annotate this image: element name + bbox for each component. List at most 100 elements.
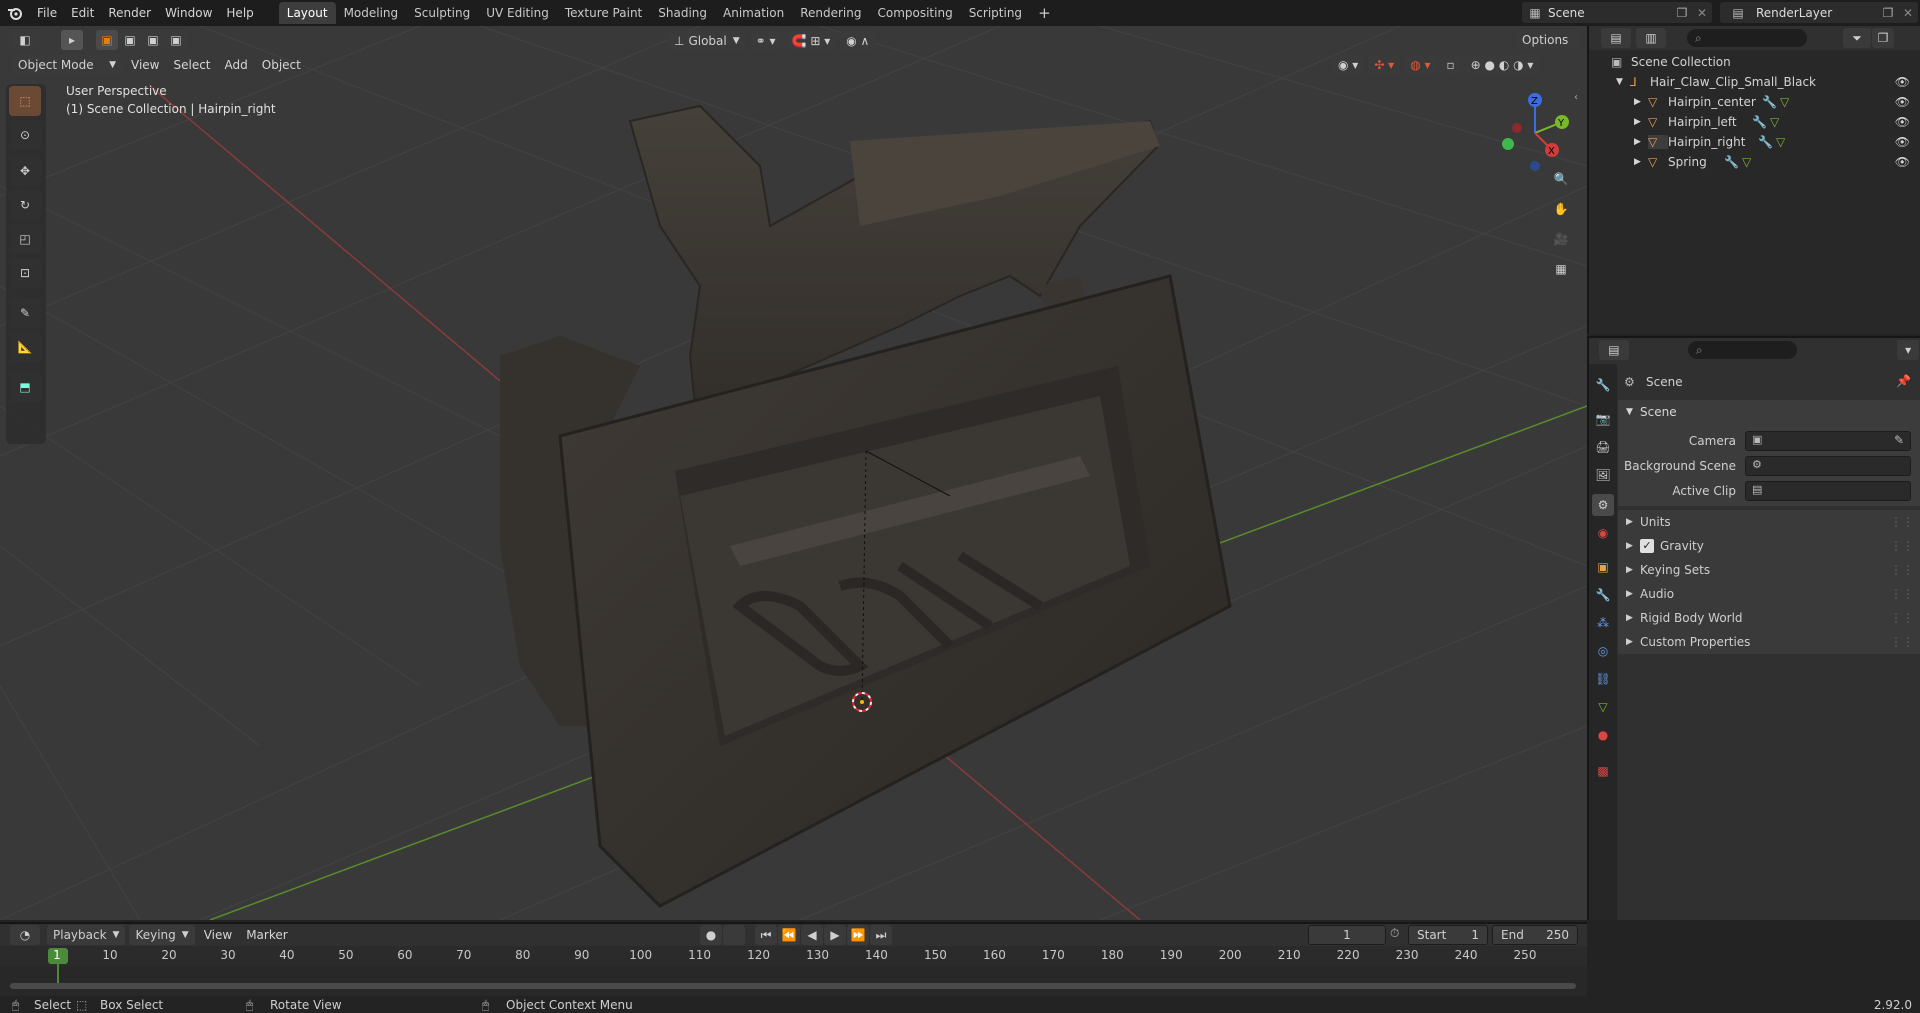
drag-handle-icon[interactable]: ⋮⋮ [1890, 515, 1914, 529]
background-scene-field[interactable]: ⚙ [1745, 456, 1911, 476]
annotate-tool-icon[interactable]: ✎ [9, 298, 41, 328]
ortho-toggle-icon[interactable]: ▦ [1548, 256, 1574, 282]
select-mode-new-icon[interactable]: ▣ [96, 30, 118, 50]
orientation-dropdown[interactable]: ⊥ Global ▼ [668, 31, 746, 51]
zoom-view-icon[interactable]: 🔍 [1548, 166, 1574, 192]
visibility-eye-icon[interactable]: 👁 [1895, 155, 1910, 169]
outliner-row-object[interactable]: ▶ ▽ Hairpin_center 🔧 ▽ 👁 [1588, 92, 1920, 112]
expand-arrow-icon[interactable]: ▶ [1634, 117, 1648, 127]
navigation-gizmo[interactable]: Z Y X [1490, 88, 1580, 178]
drag-handle-icon[interactable]: ⋮⋮ [1890, 539, 1914, 553]
eyedropper-icon[interactable]: ✎ [1894, 433, 1904, 447]
cursor-tool-icon[interactable]: ⊙ [9, 120, 41, 150]
modifier-wrench-icon[interactable]: 🔧 [1758, 135, 1776, 149]
active-clip-field[interactable]: ▤ [1745, 481, 1911, 501]
select-mode-extend-icon[interactable]: ▣ [119, 30, 141, 50]
rotate-tool-icon[interactable]: ↻ [9, 190, 41, 220]
outliner-row-object[interactable]: ▶ ▽ Hairpin_left 🔧 ▽ 👁 [1588, 112, 1920, 132]
constraints-tab-icon[interactable]: ⛓ [1592, 668, 1614, 690]
keying-sets-panel[interactable]: ▶ Keying Sets ⋮⋮ [1618, 558, 1920, 582]
drag-handle-icon[interactable]: ⋮⋮ [1890, 587, 1914, 601]
proportional-edit-toggle[interactable]: ◉ ∧ [840, 31, 876, 51]
gizmo-toggle[interactable]: ✣ ▾ [1368, 55, 1401, 75]
mesh-data-icon[interactable]: ▽ [1780, 95, 1789, 109]
outliner-row-collection[interactable]: ▼ ⅃ Hair_Claw_Clip_Small_Black 👁 [1588, 72, 1920, 92]
move-tool-icon[interactable]: ✥ [9, 156, 41, 186]
menu-window[interactable]: Window [158, 2, 219, 24]
mode-dropdown[interactable]: Object Mode ▼ [12, 55, 122, 75]
data-tab-icon[interactable]: ▽ [1592, 696, 1614, 718]
viewport-menu-view[interactable]: View [124, 54, 166, 76]
timeline-editor-type-button[interactable]: ◔ [10, 925, 40, 945]
menu-edit[interactable]: Edit [64, 2, 101, 24]
transform-tool-icon[interactable]: ⊡ [9, 258, 41, 288]
modifier-wrench-icon[interactable]: 🔧 [1752, 115, 1770, 129]
mesh-data-icon[interactable]: ▽ [1776, 135, 1785, 149]
snap-toggle[interactable]: 🧲 ⊞ ▾ [785, 31, 837, 51]
shading-solid-modes[interactable]: ⊕ ● ◐ ◑ ▾ [1464, 55, 1540, 75]
blender-logo-icon[interactable] [0, 6, 30, 20]
camera-field[interactable]: ▣ ✎ [1745, 431, 1911, 451]
play-reverse-icon[interactable]: ◀ [801, 925, 823, 945]
outliner-row-object[interactable]: ▶ ▽ Spring 🔧 ▽ 👁 [1588, 152, 1920, 172]
timeline-menu-marker[interactable]: Marker [239, 924, 294, 946]
pin-icon[interactable]: 📌 [1896, 374, 1911, 388]
select-mode-intersect-icon[interactable]: ▣ [165, 30, 187, 50]
select-box-tool-icon[interactable]: ⬚ [9, 86, 41, 116]
tab-modeling[interactable]: Modeling [336, 2, 407, 24]
material-tab-icon[interactable]: ● [1592, 724, 1614, 746]
display-mode-button[interactable]: ▥ [1636, 28, 1666, 48]
tab-compositing[interactable]: Compositing [869, 2, 960, 24]
custom-properties-panel[interactable]: ▶ Custom Properties ⋮⋮ [1618, 630, 1920, 654]
scene-selector[interactable]: ▦ Scene ❐ ✕ [1522, 2, 1712, 23]
new-collection-icon[interactable]: ❐ [1872, 28, 1894, 48]
world-tab-icon[interactable]: ◉ [1592, 522, 1614, 544]
camera-view-icon[interactable]: 🎥 [1548, 226, 1574, 252]
gravity-panel[interactable]: ▶ ✓ Gravity ⋮⋮ [1618, 534, 1920, 558]
pan-view-icon[interactable]: ✋ [1548, 196, 1574, 222]
timeline-menu-view[interactable]: View [197, 924, 239, 946]
tab-texture-paint[interactable]: Texture Paint [557, 2, 650, 24]
menu-help[interactable]: Help [219, 2, 260, 24]
drag-handle-icon[interactable]: ⋮⋮ [1890, 635, 1914, 649]
record-icon[interactable]: ● [700, 925, 722, 945]
outliner-editor-type-button[interactable]: ▤ [1601, 28, 1631, 48]
clock-icon[interactable]: ⏱ [1390, 926, 1399, 941]
visibility-eye-icon[interactable]: 👁 [1895, 95, 1910, 109]
outliner-search-field[interactable]: ⌕ [1687, 29, 1807, 47]
mesh-data-icon[interactable]: ▽ [1770, 115, 1779, 129]
view-layer-selector[interactable]: ▤ RenderLayer ❐ ✕ [1720, 2, 1918, 23]
tab-uv-editing[interactable]: UV Editing [478, 2, 557, 24]
scene-tab-icon[interactable]: ⚙ [1592, 494, 1614, 516]
expand-arrow-icon[interactable]: ▶ [1634, 137, 1648, 147]
modifier-wrench-icon[interactable]: 🔧 [1762, 95, 1780, 109]
expand-arrow-icon[interactable]: ▼ [1616, 77, 1630, 87]
tool-tab-icon[interactable]: 🔧 [1592, 374, 1614, 396]
audio-panel[interactable]: ▶ Audio ⋮⋮ [1618, 582, 1920, 606]
tab-scripting[interactable]: Scripting [961, 2, 1030, 24]
texture-tab-icon[interactable]: ▩ [1592, 760, 1614, 782]
tab-shading[interactable]: Shading [650, 2, 715, 24]
options-dropdown[interactable]: Options [1516, 30, 1580, 50]
scene-panel-header[interactable]: ▼ Scene [1618, 400, 1920, 424]
new-view-layer-icon[interactable]: ❐ [1878, 6, 1898, 20]
jump-end-icon[interactable]: ⏭ [870, 925, 892, 945]
menu-file[interactable]: File [30, 2, 64, 24]
3d-viewport[interactable]: ◧ ▸ ▣ ▣ ▣ ▣ ⊥ Global ▼ ⚭ ▾ 🧲 ⊞ ▾ ◉ ∧ Objec… [0, 26, 1587, 920]
playback-dropdown[interactable]: Playback ▼ [47, 925, 126, 945]
add-workspace-button[interactable]: + [1030, 2, 1059, 24]
jump-keyframe-back-icon[interactable]: ⏪ [778, 925, 800, 945]
render-tab-icon[interactable]: 📷 [1592, 408, 1614, 430]
tab-rendering[interactable]: Rendering [792, 2, 869, 24]
output-tab-icon[interactable]: 🖨 [1592, 436, 1614, 458]
visibility-dropdown[interactable]: ◉ ▾ [1332, 55, 1365, 75]
tab-sculpting[interactable]: Sculpting [406, 2, 478, 24]
jump-keyframe-forward-icon[interactable]: ⏩ [847, 925, 869, 945]
expand-arrow-icon[interactable]: ▶ [1634, 157, 1648, 167]
particles-tab-icon[interactable]: ⁂ [1592, 612, 1614, 634]
object-tab-icon[interactable]: ▣ [1592, 556, 1614, 578]
overlay-toggle[interactable]: ◍ ▾ [1404, 55, 1437, 75]
gravity-checkbox[interactable]: ✓ [1640, 539, 1654, 553]
menu-render[interactable]: Render [101, 2, 158, 24]
editor-type-button[interactable]: ◧ [10, 30, 40, 50]
